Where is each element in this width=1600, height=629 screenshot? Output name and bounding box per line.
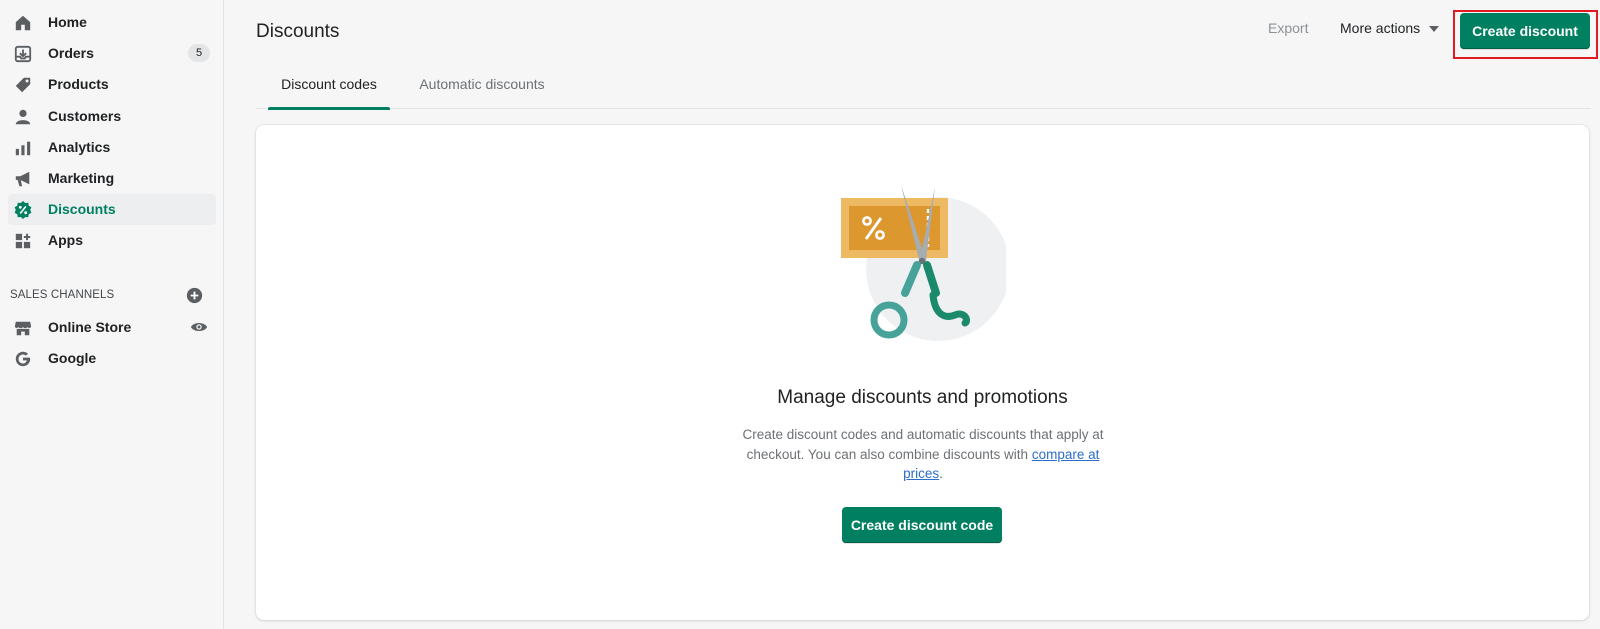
eye-icon[interactable]: [190, 320, 208, 334]
empty-state-title: Manage discounts and promotions: [777, 387, 1068, 408]
empty-state-card: Manage discounts and promotions Create d…: [256, 125, 1589, 620]
scissors-coupon-illustration: [841, 185, 1006, 341]
sidebar-item-customers[interactable]: Customers: [8, 101, 216, 132]
empty-state-description: Create discount codes and automatic disc…: [732, 425, 1114, 484]
sidebar-item-label: Products: [48, 76, 109, 92]
sidebar-item-label: Orders: [48, 45, 94, 61]
discount-badge-icon: [13, 200, 33, 220]
megaphone-icon: [13, 169, 33, 189]
sidebar-item-label: Online Store: [48, 319, 132, 335]
sidebar-item-products[interactable]: Products: [8, 69, 216, 100]
sidebar-item-label: Home: [48, 14, 87, 30]
sales-channels-heading: SALES CHANNELS: [10, 289, 115, 301]
create-discount-code-button[interactable]: Create discount code: [842, 507, 1002, 543]
tab-bar: Discount codes Automatic discounts: [256, 67, 1591, 110]
sidebar-item-label: Apps: [48, 232, 83, 248]
export-button[interactable]: Export: [1268, 20, 1308, 36]
person-icon: [13, 107, 33, 127]
sidebar-item-google[interactable]: Google: [8, 343, 216, 374]
sidebar-item-orders[interactable]: Orders 5: [8, 38, 216, 69]
create-discount-button[interactable]: Create discount: [1460, 13, 1590, 49]
more-actions-label: More actions: [1340, 20, 1421, 36]
orders-count-badge: 5: [188, 44, 210, 62]
tab-automatic-discounts[interactable]: Automatic discounts: [412, 67, 552, 109]
store-icon: [13, 318, 33, 338]
add-sales-channel-icon[interactable]: [186, 287, 203, 304]
google-icon: [13, 349, 33, 369]
sidebar: Home Orders 5 Products Customers Analyti…: [0, 0, 224, 629]
sidebar-item-apps[interactable]: Apps: [8, 225, 216, 256]
home-icon: [13, 13, 33, 33]
page-title: Discounts: [256, 21, 340, 42]
sidebar-item-online-store[interactable]: Online Store: [8, 312, 216, 343]
sidebar-item-label: Discounts: [48, 201, 116, 217]
apps-icon: [13, 231, 33, 251]
orders-icon: [13, 44, 33, 64]
sidebar-item-label: Analytics: [48, 139, 111, 155]
tab-discount-codes[interactable]: Discount codes: [268, 67, 390, 110]
caret-down-icon: [1429, 26, 1440, 32]
sidebar-item-discounts[interactable]: Discounts: [8, 194, 216, 225]
bar-chart-icon: [13, 138, 33, 158]
description-end: .: [939, 466, 943, 481]
more-actions-button[interactable]: More actions: [1340, 20, 1440, 36]
sidebar-item-home[interactable]: Home: [8, 7, 216, 38]
sidebar-item-marketing[interactable]: Marketing: [8, 163, 216, 194]
tag-icon: [13, 75, 33, 95]
sidebar-item-analytics[interactable]: Analytics: [8, 132, 216, 163]
sidebar-item-label: Google: [48, 350, 97, 366]
sidebar-item-label: Customers: [48, 108, 122, 124]
sidebar-item-label: Marketing: [48, 170, 115, 186]
